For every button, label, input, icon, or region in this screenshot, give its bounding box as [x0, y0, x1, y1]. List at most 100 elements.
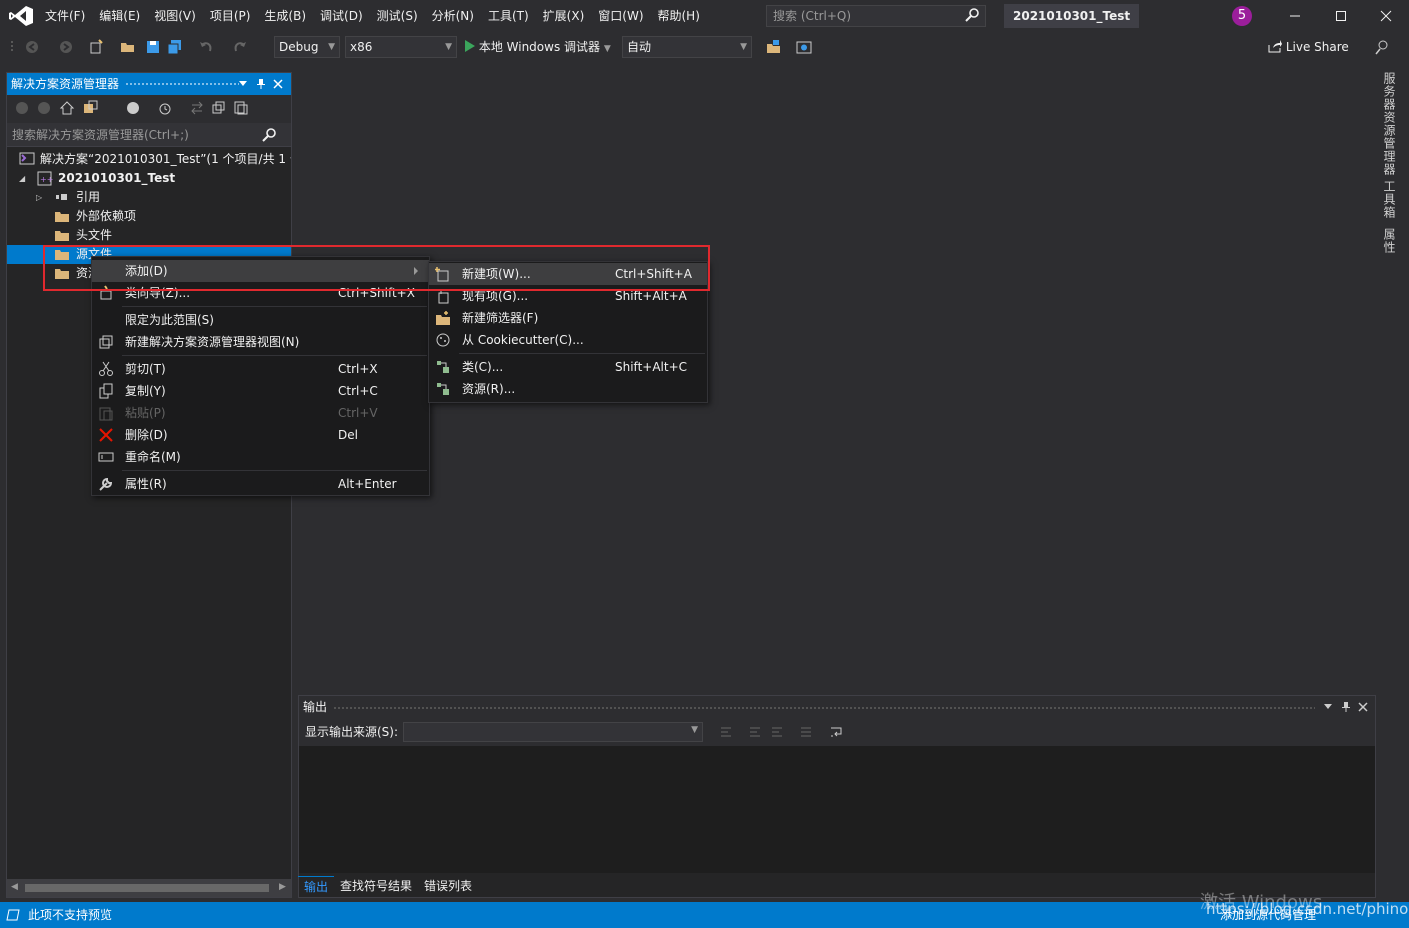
open-folder-icon[interactable] — [120, 39, 136, 55]
collapsed-triangle-icon[interactable]: ▷ — [36, 188, 42, 207]
close-icon[interactable] — [1358, 702, 1368, 712]
tree-item-header-files[interactable]: 头文件 — [7, 226, 291, 245]
tab-error-list[interactable]: 错误列表 — [418, 876, 478, 896]
start-debugging-button[interactable]: 本地 Windows 调试器 ▼ — [464, 36, 611, 58]
side-tab-properties[interactable]: 属性 — [1382, 228, 1398, 254]
chevron-down-icon[interactable] — [1324, 704, 1332, 710]
folder-icon — [55, 231, 69, 241]
find-in-files-icon[interactable] — [766, 39, 782, 55]
menu-item-rename[interactable]: 重命名(M) — [92, 446, 429, 468]
expanded-triangle-icon[interactable]: ◢ — [19, 169, 25, 188]
screenshot-icon[interactable] — [796, 39, 812, 55]
menu-build[interactable]: 生成(B) — [257, 5, 313, 27]
menu-separator — [122, 306, 427, 307]
side-tab-toolbox[interactable]: 工具箱 — [1382, 180, 1398, 219]
horizontal-scrollbar[interactable]: ◀ ▶ — [7, 879, 291, 897]
back-icon[interactable] — [15, 101, 29, 115]
panel-drag-handle[interactable] — [333, 706, 1315, 710]
home-icon[interactable] — [59, 100, 75, 116]
menu-view[interactable]: 视图(V) — [147, 5, 203, 27]
switch-views-icon[interactable] — [83, 100, 99, 116]
notification-badge[interactable]: 5 — [1232, 6, 1252, 26]
search-icon[interactable] — [964, 7, 980, 23]
menu-item-cookiecutter[interactable]: 从 Cookiecutter(C)... — [429, 329, 707, 351]
forward-icon[interactable] — [37, 101, 51, 115]
menu-test[interactable]: 测试(S) — [370, 5, 425, 27]
tree-item-external-deps[interactable]: 外部依赖项 — [7, 207, 291, 226]
menu-item-new-filter[interactable]: 新建筛选器(F) — [429, 307, 707, 329]
output-tab-strip: 输出 查找符号结果 错误列表 — [298, 876, 478, 896]
menu-item-cut[interactable]: 剪切(T) Ctrl+X — [92, 358, 429, 380]
wrench-icon — [99, 477, 113, 491]
menu-debug[interactable]: 调试(D) — [313, 5, 370, 27]
panel-drag-handle[interactable] — [125, 82, 239, 86]
output-text-area[interactable] — [299, 746, 1375, 873]
close-icon[interactable] — [273, 79, 283, 89]
close-button[interactable] — [1363, 0, 1409, 32]
tab-output[interactable]: 输出 — [298, 876, 335, 896]
platform-select[interactable]: x86 ▼ — [345, 36, 457, 58]
chevron-down-icon[interactable] — [239, 81, 247, 87]
menu-window[interactable]: 窗口(W) — [591, 5, 650, 27]
pin-icon[interactable] — [1341, 701, 1351, 713]
pending-changes-icon[interactable] — [125, 100, 141, 116]
menu-item-delete[interactable]: 删除(D) Del — [92, 424, 429, 446]
tree-item-references[interactable]: ▷ 引用 — [7, 188, 291, 207]
minimize-button[interactable] — [1272, 0, 1318, 32]
side-tab-server-explorer[interactable]: 服务器资源管理器 — [1382, 72, 1398, 176]
show-all-files-icon[interactable] — [233, 100, 249, 116]
delete-icon — [99, 428, 113, 442]
menu-edit[interactable]: 编辑(E) — [92, 5, 147, 27]
menu-item-properties[interactable]: 属性(R) Alt+Enter — [92, 473, 429, 495]
output-source-select[interactable]: ▼ — [403, 722, 703, 742]
menu-help[interactable]: 帮助(H) — [651, 5, 707, 27]
undo-icon[interactable] — [198, 39, 214, 55]
tree-item-solution[interactable]: 解决方案“2021010301_Test”(1 个项目/共 1 个 — [7, 150, 291, 169]
history-icon[interactable] — [157, 100, 173, 116]
next-message-icon[interactable] — [770, 725, 784, 739]
collapse-all-icon[interactable] — [211, 100, 227, 116]
menu-extensions[interactable]: 扩展(X) — [536, 5, 592, 27]
sync-icon[interactable] — [189, 100, 205, 116]
menu-item-shortcut: Del — [338, 428, 358, 442]
feedback-icon[interactable] — [1374, 39, 1390, 55]
menu-analyze[interactable]: 分析(N) — [425, 5, 481, 27]
menu-tools[interactable]: 工具(T) — [481, 5, 536, 27]
menu-item-copy[interactable]: 复制(Y) Ctrl+C — [92, 380, 429, 402]
solution-search-input[interactable]: 搜索解决方案资源管理器(Ctrl+;) — [7, 123, 291, 147]
search-input[interactable]: 搜索 (Ctrl+Q) — [766, 5, 986, 27]
live-share-button[interactable]: Live Share — [1268, 36, 1349, 58]
search-icon[interactable] — [261, 128, 277, 142]
debug-mode-select[interactable]: 自动 ▼ — [622, 36, 752, 58]
menu-project[interactable]: 项目(P) — [203, 5, 258, 27]
redo-icon[interactable] — [232, 39, 248, 55]
menu-item-resource[interactable]: 资源(R)... — [429, 378, 707, 400]
forward-icon[interactable] — [58, 39, 74, 55]
back-icon[interactable] — [24, 39, 40, 55]
scrollbar-thumb[interactable] — [25, 884, 269, 892]
maximize-button[interactable] — [1318, 0, 1364, 32]
menu-file[interactable]: 文件(F) — [38, 5, 92, 27]
find-message-icon[interactable] — [719, 725, 733, 739]
new-folder-icon — [436, 311, 450, 325]
scroll-right-icon[interactable]: ▶ — [279, 882, 286, 892]
references-icon — [56, 194, 67, 200]
word-wrap-icon[interactable] — [829, 725, 845, 739]
folder-icon — [55, 212, 69, 222]
menu-item-paste[interactable]: 粘贴(P) Ctrl+V — [92, 402, 429, 424]
tab-find-symbol-results[interactable]: 查找符号结果 — [334, 876, 418, 896]
menu-item-new-explorer-view[interactable]: 新建解决方案资源管理器视图(N) — [92, 331, 429, 353]
tree-item-project[interactable]: ◢ ++ 2021010301_Test — [7, 169, 291, 188]
pin-icon[interactable] — [256, 78, 266, 90]
configuration-select[interactable]: Debug ▼ — [274, 36, 340, 58]
visual-studio-logo-icon[interactable] — [8, 5, 34, 27]
menu-item-label: 粘贴(P) — [125, 406, 166, 420]
clear-all-icon[interactable] — [799, 725, 813, 739]
save-icon[interactable] — [145, 39, 161, 55]
scroll-left-icon[interactable]: ◀ — [11, 882, 18, 892]
menu-item-class[interactable]: 类(C)... Shift+Alt+C — [429, 356, 707, 378]
new-project-icon[interactable] — [88, 39, 104, 55]
save-all-icon[interactable] — [167, 39, 183, 55]
previous-message-icon[interactable] — [748, 725, 762, 739]
menu-item-scope-to-this[interactable]: 限定为此范围(S) — [92, 309, 429, 331]
